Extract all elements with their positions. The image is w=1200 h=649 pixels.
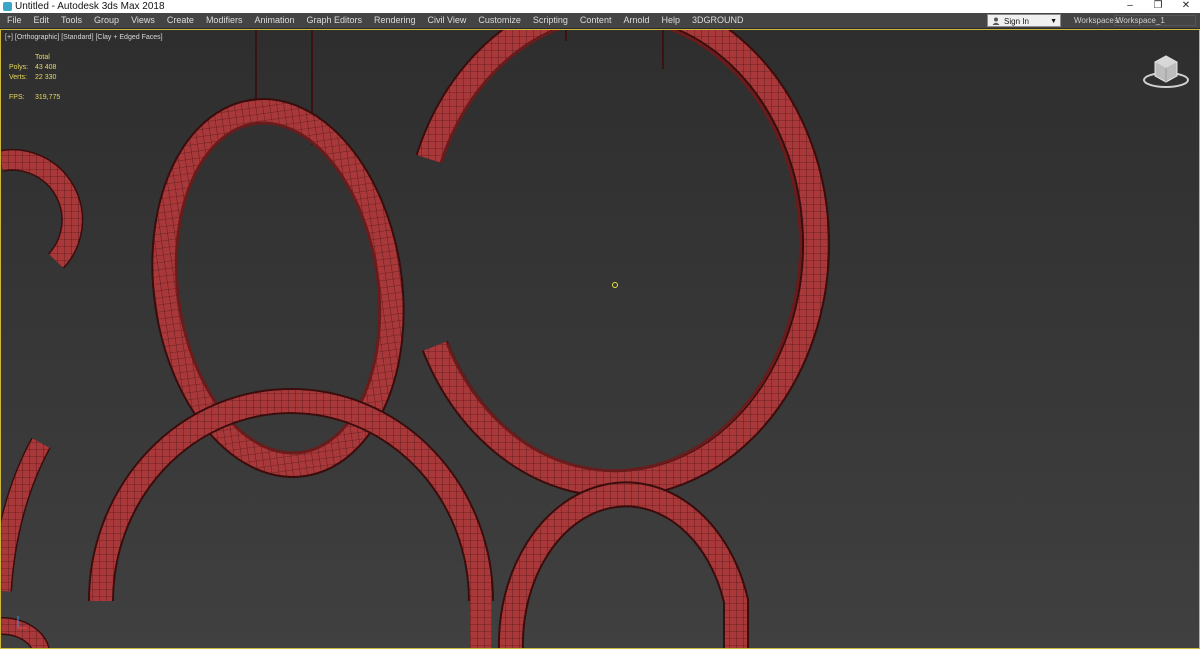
polys-label: Polys:: [9, 64, 29, 71]
pivot-marker: [612, 282, 618, 288]
viewport-label[interactable]: [+] [Orthographic] [Standard] [Clay + Ed…: [5, 34, 163, 41]
window-controls: – ❐ ✕: [1116, 0, 1200, 13]
menu-item-3dground[interactable]: 3DGROUND: [686, 13, 750, 28]
menu-item-file[interactable]: File: [0, 13, 28, 28]
ring-3[interactable]: [88, 388, 494, 649]
minimize-button[interactable]: –: [1116, 0, 1144, 13]
restore-button[interactable]: ❐: [1144, 0, 1172, 13]
menu-items: File Edit Tools Group Views Create Modifiers An…: [0, 13, 750, 28]
viewcube-icon[interactable]: [1141, 50, 1191, 90]
window-title: Untitled - Autodesk 3ds Max 2018: [15, 1, 165, 12]
verts-value: 22 330: [35, 74, 57, 81]
fps-label: FPS:: [9, 94, 25, 101]
menu-item-content[interactable]: Content: [574, 13, 618, 28]
menu-item-rendering[interactable]: Rendering: [368, 13, 422, 28]
menu-item-create[interactable]: Create: [161, 13, 200, 28]
menu-item-group[interactable]: Group: [88, 13, 125, 28]
menu-item-animation[interactable]: Animation: [248, 13, 300, 28]
menu-item-edit[interactable]: Edit: [28, 13, 56, 28]
user-icon: [992, 17, 1000, 25]
menu-item-help[interactable]: Help: [655, 13, 686, 28]
axis-tripod-icon: [17, 616, 27, 629]
verts-label: Verts:: [9, 74, 27, 81]
menu-item-civil-view[interactable]: Civil View: [422, 13, 473, 28]
close-button[interactable]: ✕: [1172, 0, 1200, 13]
scene-canvas[interactable]: [1, 30, 1200, 649]
menu-item-arnold[interactable]: Arnold: [617, 13, 655, 28]
fps-value: 319,775: [35, 94, 61, 101]
menu-item-tools[interactable]: Tools: [55, 13, 88, 28]
menu-item-modifiers[interactable]: Modifiers: [200, 13, 249, 28]
menu-item-customize[interactable]: Customize: [472, 13, 527, 28]
polys-value: 43 408: [35, 64, 57, 71]
ring-left-top[interactable]: [1, 148, 84, 269]
sign-in-dropdown[interactable]: Sign In ▼: [987, 14, 1061, 27]
viewport[interactable]: [+] [Orthographic] [Standard] [Clay + Ed…: [0, 29, 1200, 649]
menu-item-graph-editors[interactable]: Graph Editors: [300, 13, 368, 28]
workspace-value: Workspace_1: [1116, 16, 1165, 25]
ring-left-bottom[interactable]: [1, 437, 51, 592]
stats-header: Total: [35, 54, 50, 61]
menu-bar: File Edit Tools Group Views Create Modifiers An…: [0, 13, 1200, 29]
ring-4[interactable]: [497, 481, 749, 649]
ring-2[interactable]: [415, 30, 831, 498]
app-icon: [3, 2, 12, 11]
menu-item-views[interactable]: Views: [125, 13, 161, 28]
chevron-down-icon: ▼: [1050, 18, 1057, 25]
sign-in-label: Sign In: [1004, 17, 1029, 26]
menu-item-scripting[interactable]: Scripting: [527, 13, 574, 28]
title-bar: Untitled - Autodesk 3ds Max 2018 – ❐ ✕: [0, 0, 1200, 13]
